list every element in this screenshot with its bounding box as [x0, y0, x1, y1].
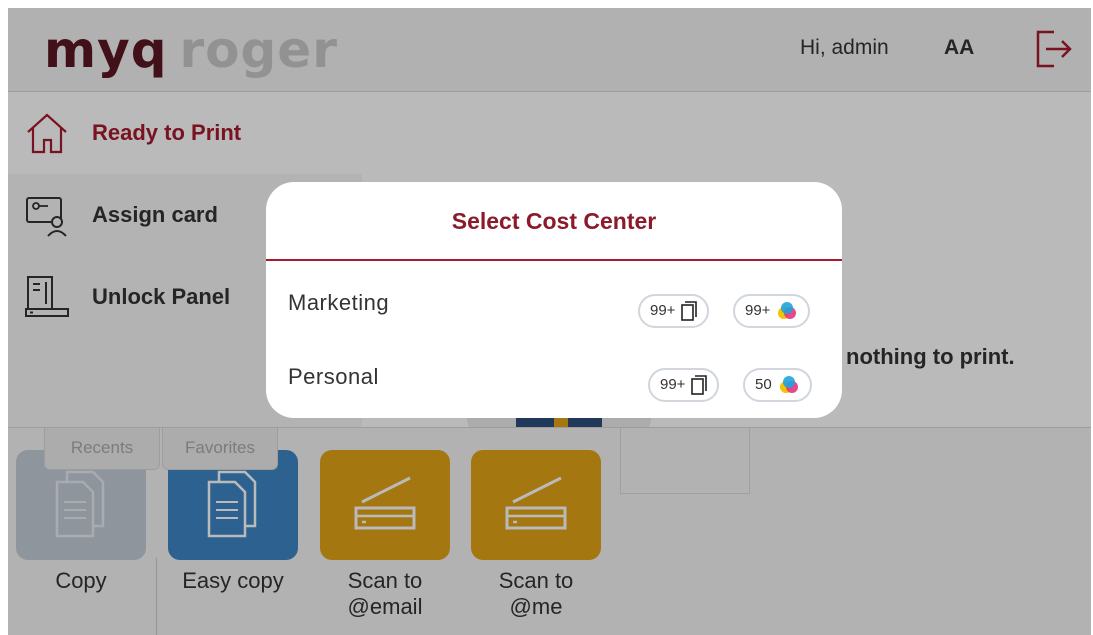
mono-page-icon — [691, 375, 708, 395]
cost-center-option-marketing[interactable]: Marketing 99+ 99+ — [266, 272, 842, 338]
mono-count: 99+ — [660, 376, 686, 393]
color-pages-badge: 99+ — [733, 294, 811, 328]
cost-center-name: Marketing — [288, 290, 390, 315]
color-pages-badge: 50 — [743, 368, 812, 402]
cost-center-name: Personal — [288, 364, 379, 389]
app-screen: myq roger Hi, admin AA Ready to Print As… — [8, 8, 1091, 635]
dialog-title: Select Cost Center — [451, 208, 657, 234]
select-cost-center-dialog: Select Cost Center Marketing 99+ 99+ Per… — [266, 182, 842, 418]
mono-pages-badge: 99+ — [648, 368, 720, 402]
color-count: 99+ — [745, 302, 771, 319]
mono-count: 99+ — [650, 302, 676, 319]
color-count: 50 — [755, 376, 772, 393]
color-drops-icon — [779, 376, 798, 393]
mono-pages-badge: 99+ — [638, 294, 710, 328]
mono-page-icon — [681, 301, 698, 321]
cost-center-option-personal[interactable]: Personal 99+ 50 — [266, 346, 842, 412]
color-drops-icon — [778, 302, 797, 319]
dialog-title-separator — [266, 259, 842, 261]
